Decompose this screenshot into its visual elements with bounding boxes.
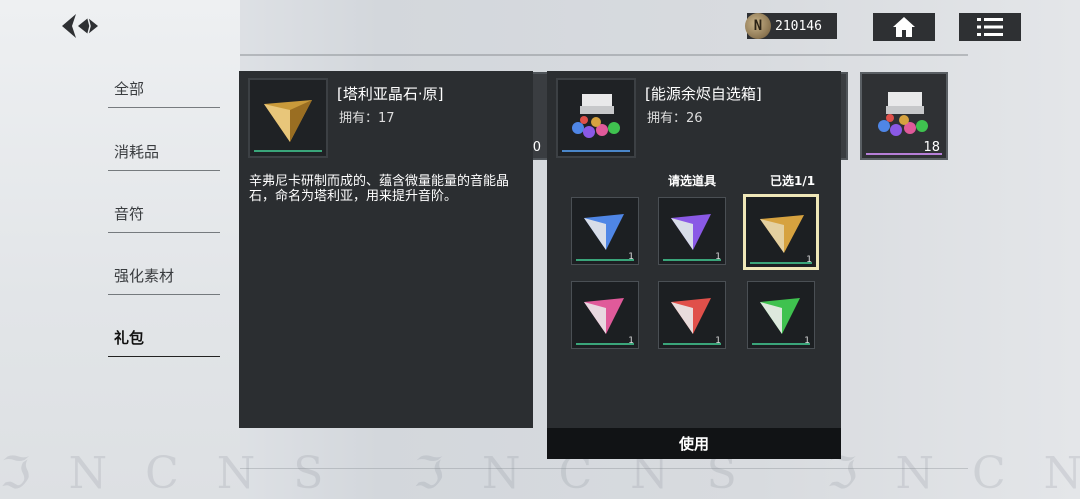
crystal-option-red[interactable]: 1 [658, 281, 726, 349]
crystal-option-blue[interactable]: 1 [571, 197, 639, 265]
rarity-underline [752, 343, 810, 345]
rarity-underline [562, 150, 630, 152]
purple-crystal-icon [671, 214, 711, 250]
option-count: 1 [806, 255, 812, 265]
inventory-card-energy-chest[interactable]: 18 [860, 72, 948, 160]
crystal-option-purple[interactable]: 1 [658, 197, 726, 265]
crystal-option-pink[interactable]: 1 [571, 281, 639, 349]
energy-chest-icon [572, 94, 620, 138]
rarity-underline [254, 150, 322, 152]
option-count: 1 [715, 336, 721, 346]
currency-display: N 210146 [745, 13, 837, 39]
currency-amount: 210146 [775, 18, 822, 34]
select-prompt: 请选道具 [668, 174, 717, 188]
use-button[interactable]: 使用 [547, 428, 841, 459]
crystal-option-gold[interactable]: 1 [743, 194, 819, 270]
sidebar-item-label: 礼包 [114, 329, 145, 347]
item-description: 辛弗尼卡研制而成的、蕴含微量能量的音能晶石，命名为塔利亚，用来提升音阶。 [249, 174, 510, 204]
item-detail-panel: [塔利亚晶石·原] 拥有：17 辛弗尼卡研制而成的、蕴含微量能量的音能晶石，命名… [239, 71, 533, 428]
chest-owned-count: 拥有：26 [647, 111, 703, 126]
chest-icon-slot [556, 78, 636, 158]
home-icon [893, 17, 915, 37]
back-button[interactable] [58, 10, 106, 42]
coin-icon: N [745, 13, 771, 39]
rarity-underline [663, 259, 721, 261]
item-owned-count: 拥有：17 [339, 111, 395, 126]
sidebar-item-notes[interactable]: 音符 [108, 201, 220, 233]
crystal-option-green[interactable]: 1 [747, 281, 815, 349]
option-count: 1 [715, 252, 721, 262]
pink-crystal-icon [584, 298, 624, 334]
selected-status: 已选1/1 [770, 174, 816, 188]
option-count: 1 [628, 336, 634, 346]
back-arrow-icon [62, 14, 98, 38]
option-count: 1 [628, 252, 634, 262]
background-watermark: ℑ N C N S ℑ N C N S ℑ N C N S [0, 448, 1080, 499]
sidebar-item-enhance-materials[interactable]: 强化素材 [108, 263, 220, 295]
rarity-underline [576, 259, 634, 261]
sidebar-item-label: 消耗品 [114, 143, 160, 161]
sidebar-item-label: 音符 [114, 205, 145, 223]
left-background [0, 0, 240, 499]
menu-button[interactable] [959, 13, 1021, 41]
chest-detail-panel: [能源余烬自选箱] 拥有：26 请选道具 已选1/1 1 1 1 1 1 1 [547, 71, 841, 428]
list-menu-icon [977, 18, 1003, 36]
sidebar-item-label: 强化素材 [114, 267, 175, 285]
rarity-underline [750, 262, 812, 264]
item-count: 18 [923, 140, 940, 155]
home-button[interactable] [873, 13, 935, 41]
red-crystal-icon [671, 298, 711, 334]
sidebar-item-gift-pack[interactable]: 礼包 [108, 325, 220, 357]
item-icon-slot [248, 78, 328, 158]
green-crystal-icon [760, 298, 800, 334]
sidebar-item-consumables[interactable]: 消耗品 [108, 139, 220, 171]
blue-crystal-icon [584, 214, 624, 250]
rarity-underline [576, 343, 634, 345]
sidebar-item-label: 全部 [114, 80, 145, 98]
footer-divider [240, 468, 968, 469]
rarity-underline [663, 343, 721, 345]
option-count: 1 [804, 336, 810, 346]
item-name: [塔利亚晶石·原] [337, 85, 444, 103]
chest-name: [能源余烬自选箱] [645, 85, 762, 103]
tallia-crystal-icon [264, 100, 312, 142]
sidebar-item-all[interactable]: 全部 [108, 76, 220, 108]
header-divider [240, 54, 968, 56]
